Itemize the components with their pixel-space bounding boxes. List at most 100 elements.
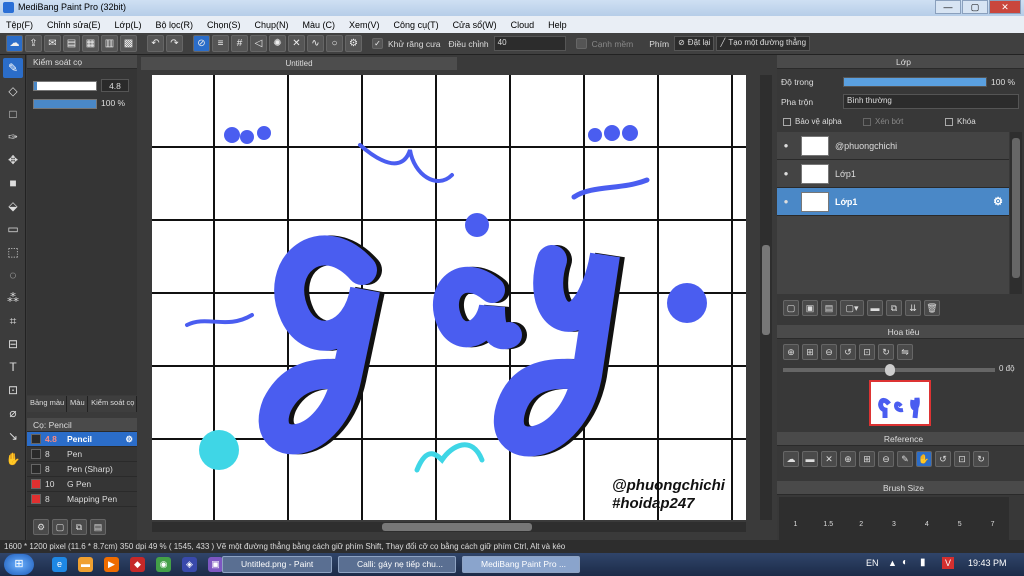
redo-icon[interactable]: ↷ [166, 35, 183, 52]
tab-color[interactable]: Màu [67, 396, 89, 412]
ref-open-icon[interactable]: ▬ [802, 451, 818, 467]
navigator-preview[interactable] [869, 380, 931, 426]
fit-icon[interactable]: ⊞ [802, 344, 818, 360]
merge-layer-icon[interactable]: ⇊ [905, 300, 921, 316]
maximize-button[interactable]: ▢ [962, 0, 988, 14]
adjust-dropdown[interactable]: 40 [493, 36, 566, 51]
blend-dropdown[interactable]: Bình thường [843, 94, 1019, 109]
task-paint[interactable]: Untitled.png - Paint [222, 556, 332, 573]
layer-scrollbar[interactable] [1010, 132, 1022, 294]
ref-eyedropper-icon[interactable]: ✎ [897, 451, 913, 467]
zoom-in-icon[interactable]: ⊕ [783, 344, 799, 360]
canvas[interactable]: @phuongchichi #hoidap247 [152, 75, 746, 520]
snap-parallel-icon[interactable]: ≡ [212, 35, 229, 52]
close-button[interactable]: ✕ [989, 0, 1021, 14]
app1-icon[interactable]: ◆ [130, 557, 145, 572]
gradient-tool-icon[interactable]: ▭ [3, 219, 23, 239]
media-player-icon[interactable]: ▶ [104, 557, 119, 572]
ref-zoom-out-icon[interactable]: ⊖ [878, 451, 894, 467]
pages-icon[interactable]: ▤ [63, 35, 80, 52]
language-indicator[interactable]: EN [866, 558, 879, 568]
brush-item[interactable]: 8 Pen (Sharp) [27, 462, 137, 477]
layer-opacity-slider[interactable] [843, 77, 987, 87]
menu-filter[interactable]: Bộ lọc(R) [155, 20, 193, 30]
move-tool-icon[interactable]: ✥ [3, 150, 23, 170]
tab-brush-control[interactable]: Kiểm soát cọ [88, 396, 137, 412]
chrome-icon[interactable]: ◉ [156, 557, 171, 572]
lasso-tool-icon[interactable]: ◌ [3, 265, 23, 285]
undo-icon[interactable]: ↶ [147, 35, 164, 52]
brush-add-icon[interactable]: ⚙ [33, 519, 49, 535]
magic-wand-tool-icon[interactable]: ⁂ [3, 288, 23, 308]
brush-item[interactable]: 8 Pen [27, 447, 137, 462]
brush-settings-icon[interactable]: ⚙ [125, 434, 133, 445]
ref-rotate-left-icon[interactable]: ↺ [935, 451, 951, 467]
line-button[interactable]: ╱ Tạo một đường thẳng [716, 36, 811, 51]
panel-icon[interactable]: ▥ [101, 35, 118, 52]
brush-size-cell[interactable]: 2 [845, 497, 878, 540]
tab-palette[interactable]: Bảng màu [27, 396, 68, 412]
rotation-slider-thumb[interactable] [885, 364, 895, 376]
layer-row[interactable]: ● Lớp1 [777, 160, 1009, 188]
brush-size-cell[interactable]: 1 [779, 497, 812, 540]
cloud-icon[interactable]: ☁ [6, 35, 23, 52]
select-pen-tool-icon[interactable]: ⌗ [3, 311, 23, 331]
task-browser[interactable]: Calli: gáy nẹ tiếp chu... [338, 556, 456, 573]
eyedropper-tool-icon[interactable]: ⌀ [3, 403, 23, 423]
layer-row-selected[interactable]: ● Lớp1 ⚙ [777, 188, 1009, 216]
menu-edit[interactable]: Chỉnh sửa(E) [47, 20, 101, 30]
ref-zoom-in-icon[interactable]: ⊕ [840, 451, 856, 467]
rect-tool-icon[interactable]: □ [3, 104, 23, 124]
rotate-left-icon[interactable]: ↺ [840, 344, 856, 360]
menu-cloud[interactable]: Cloud [511, 20, 535, 30]
brush-size-value[interactable]: 4.8 [101, 79, 129, 92]
app2-icon[interactable]: ◈ [182, 557, 197, 572]
vertical-scroll-thumb[interactable] [762, 245, 770, 335]
ref-fit-icon[interactable]: ⊞ [859, 451, 875, 467]
brush-item[interactable]: 8 Mapping Pen [27, 492, 137, 507]
brush-item[interactable]: 4.8 Pencil ⚙ [27, 432, 137, 447]
app3-icon[interactable]: ▣ [208, 557, 223, 572]
brush-tool-icon[interactable]: ✎ [3, 58, 23, 78]
antialias-checkbox[interactable]: ✓ [372, 38, 383, 49]
menu-tools[interactable]: Công cụ(T) [394, 20, 439, 30]
brush-new-icon[interactable]: ▢ [52, 519, 68, 535]
brush-delete-icon[interactable]: ▤ [90, 519, 106, 535]
tray-app-icon[interactable]: ◐ [902, 557, 908, 568]
pen-tool-icon[interactable]: ✑ [3, 127, 23, 147]
menu-help[interactable]: Help [548, 20, 567, 30]
clock[interactable]: 19:43 PM [968, 558, 1007, 568]
ref-rotate-right-icon[interactable]: ↻ [973, 451, 989, 467]
new-layer-icon[interactable]: ▢ [783, 300, 799, 316]
lock-checkbox[interactable]: Khóa [945, 117, 976, 126]
eye-icon[interactable]: ● [777, 141, 795, 150]
brush-size-cell[interactable]: 4 [910, 497, 943, 540]
ie-icon[interactable]: e [52, 557, 67, 572]
brush-size-cell[interactable]: 1.5 [812, 497, 845, 540]
new-halftone-layer-icon[interactable]: ▣ [802, 300, 818, 316]
add-layer-menu-icon[interactable]: ▢▾ [840, 300, 864, 316]
ref-actual-icon[interactable]: ⊡ [954, 451, 970, 467]
vertical-scrollbar[interactable] [760, 75, 772, 520]
network-icon[interactable]: ▮ [920, 557, 926, 568]
ref-close-icon[interactable]: ✕ [821, 451, 837, 467]
explorer-icon[interactable]: ▬ [78, 557, 93, 572]
document-tab[interactable]: Untitled [141, 57, 457, 70]
snap-off-icon[interactable]: ⊘ [193, 35, 210, 52]
menu-snap[interactable]: Chụp(N) [255, 20, 289, 30]
frame-tool-icon[interactable]: ⊡ [3, 380, 23, 400]
tray-arrow-icon[interactable]: ▲ [888, 558, 897, 568]
rotate-right-icon[interactable]: ↻ [878, 344, 894, 360]
hand-tool-icon[interactable]: ✋ [3, 449, 23, 469]
protect-alpha-checkbox[interactable]: Bảo vệ alpha [783, 117, 842, 126]
task-medibang[interactable]: MediBang Paint Pro ... [462, 556, 580, 573]
eye-icon[interactable]: ● [777, 169, 795, 178]
snap-circle-icon[interactable]: ○ [326, 35, 343, 52]
actual-size-icon[interactable]: ⊡ [859, 344, 875, 360]
text-tool-icon[interactable]: T [3, 357, 23, 377]
snap-cross-icon[interactable]: ✕ [288, 35, 305, 52]
zoom-out-icon[interactable]: ⊖ [821, 344, 837, 360]
ref-hand-icon[interactable]: ✋ [916, 451, 932, 467]
menu-window[interactable]: Cửa sổ(W) [453, 20, 497, 30]
horizontal-scrollbar[interactable] [152, 522, 746, 532]
